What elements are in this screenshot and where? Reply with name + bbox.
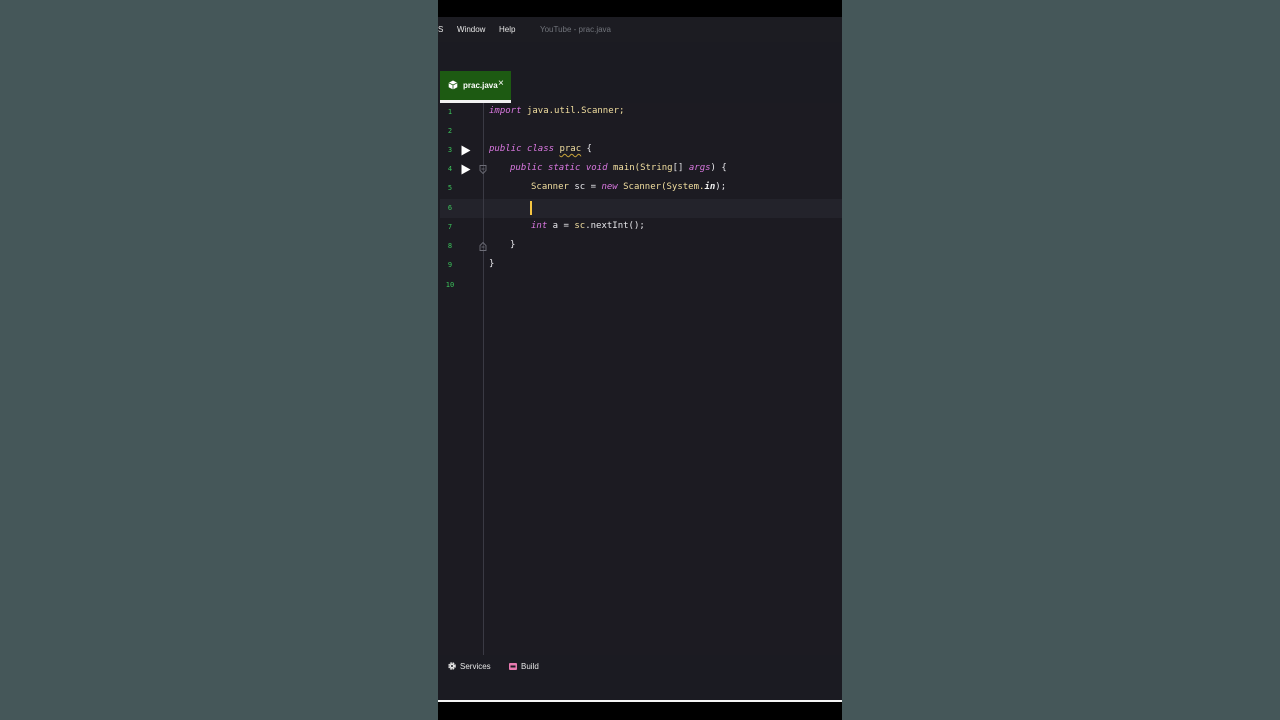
variable-decl: a = — [547, 221, 575, 231]
scanner-ref: sc — [574, 221, 586, 231]
services-button[interactable]: Services — [447, 661, 497, 673]
line-number: 7 — [447, 223, 453, 231]
constructor-call: Scanner( — [617, 182, 667, 192]
code-line-10: 10 — [438, 276, 842, 295]
import-path: java.util.Scanner; — [521, 106, 625, 116]
line-number: 1 — [447, 108, 453, 116]
ide-window: S Window Help YouTube - prac.java prac.j… — [438, 0, 842, 720]
statement-end: ); — [715, 182, 727, 192]
menu-bar: S Window Help YouTube - prac.java — [438, 17, 842, 42]
text-caret — [530, 201, 532, 215]
method-call: .nextInt(); — [585, 221, 645, 231]
array-brackets: [] — [672, 163, 689, 173]
code-line-9: 9 } — [438, 256, 842, 275]
type-scanner: Scanner — [531, 182, 569, 192]
code-line-7: 7 int a = sc.nextInt(); — [438, 218, 842, 237]
tab-label: prac.java — [463, 81, 498, 90]
menu-item-s[interactable]: S — [438, 25, 443, 34]
left-background — [0, 0, 438, 720]
run-icon[interactable] — [461, 164, 471, 175]
code-line-4: 4 public static void main(String[] args)… — [438, 160, 842, 179]
keyword-public: public — [510, 163, 543, 173]
static-field-in: in — [704, 182, 716, 192]
bottom-bar — [438, 702, 842, 720]
bottom-tool-bar: Services Build — [438, 655, 842, 700]
keyword-void: void — [585, 163, 608, 173]
java-file-icon — [448, 80, 458, 90]
code-text: import java.util.Scanner; — [489, 106, 624, 116]
code-line-1: 1 import java.util.Scanner; — [438, 103, 842, 122]
param-name: args — [688, 163, 711, 173]
gear-icon — [448, 662, 456, 670]
line-number: 10 — [445, 281, 455, 289]
keyword-public: public — [489, 144, 522, 154]
code-text: public class prac { — [489, 144, 592, 154]
services-label: Services — [460, 662, 491, 671]
build-icon — [509, 663, 517, 670]
fold-icon[interactable] — [479, 165, 487, 174]
right-background — [842, 0, 1280, 720]
line-number: 9 — [447, 261, 453, 269]
line-number: 5 — [447, 184, 453, 192]
code-text: } — [510, 240, 516, 250]
code-text: int a = sc.nextInt(); — [531, 221, 645, 231]
line-number: 8 — [447, 242, 453, 250]
param-type: String — [640, 163, 673, 173]
variable-decl: sc = — [568, 182, 602, 192]
keyword-import: import — [489, 106, 522, 116]
class-name: prac — [559, 144, 582, 154]
code-line-8: 8 } — [438, 237, 842, 256]
code-text: public static void main(String[] args) { — [510, 163, 727, 173]
line-number: 4 — [447, 165, 453, 173]
tab-prac-java[interactable]: prac.java × — [440, 71, 511, 100]
build-button[interactable]: Build — [508, 661, 548, 673]
build-label: Build — [521, 662, 539, 671]
code-line-5: 5 Scanner sc = new Scanner(System.in); — [438, 179, 842, 198]
run-icon[interactable] — [461, 145, 471, 156]
line-number: 2 — [447, 127, 453, 135]
top-bar — [438, 0, 842, 17]
tab-bar: prac.java × — [438, 42, 842, 103]
method-brace: ) { — [710, 163, 727, 173]
window-title: YouTube - prac.java — [540, 25, 612, 34]
code-line-3: 3 public class prac { — [438, 141, 842, 160]
line-number: 6 — [447, 204, 453, 212]
system-class: System. — [666, 182, 705, 192]
keyword-int: int — [531, 221, 548, 231]
code-text: Scanner sc = new Scanner(System.in); — [531, 182, 726, 192]
keyword-class: class — [526, 144, 555, 154]
code-line-6: 6 — [438, 199, 842, 218]
close-icon[interactable]: × — [498, 79, 504, 89]
code-line-2: 2 — [438, 122, 842, 141]
fold-icon[interactable] — [479, 242, 487, 251]
code-editor[interactable]: 1 import java.util.Scanner; 2 3 public c… — [438, 103, 842, 655]
menu-item-window[interactable]: Window — [457, 25, 485, 34]
keyword-new: new — [601, 182, 618, 192]
code-text: } — [489, 259, 495, 269]
menu-item-help[interactable]: Help — [499, 25, 515, 34]
line-number: 3 — [447, 146, 453, 154]
method-name: main( — [612, 163, 641, 173]
brace: { — [581, 144, 592, 154]
keyword-static: static — [547, 163, 581, 173]
